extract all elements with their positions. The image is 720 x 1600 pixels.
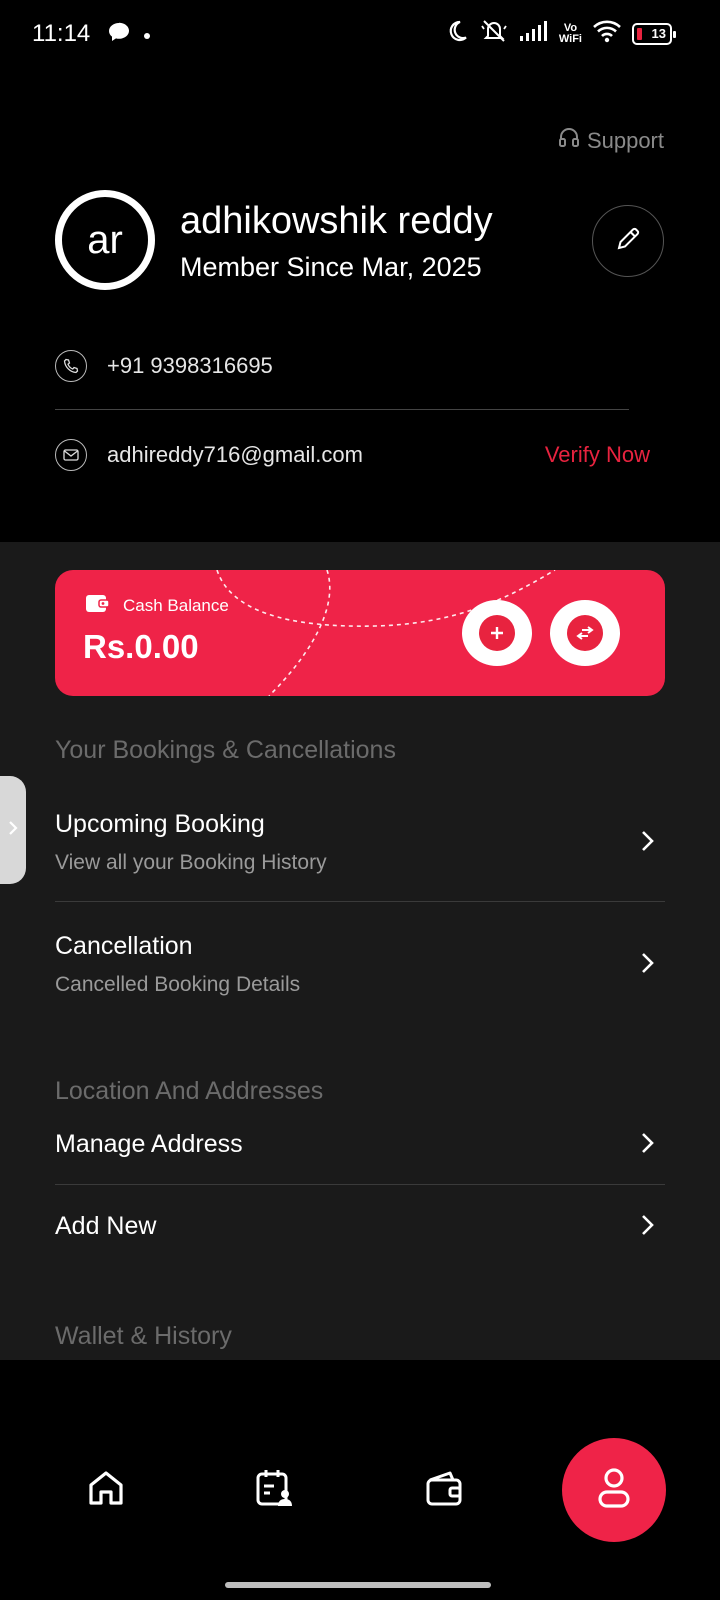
verify-now-link[interactable]: Verify Now (545, 442, 650, 468)
menu-item-title: Add New (55, 1212, 157, 1240)
menu-item-title: Upcoming Booking (55, 810, 265, 838)
transfer-icon (567, 615, 603, 651)
avatar: ar (55, 190, 155, 290)
transfer-button[interactable] (550, 600, 620, 666)
cash-balance-label: Cash Balance (123, 595, 229, 615)
dnd-moon-icon (445, 19, 469, 48)
home-icon (86, 1468, 126, 1513)
nav-wallet[interactable] (422, 1468, 466, 1512)
chevron-right-icon (641, 1214, 655, 1241)
wallet-card-icon (85, 592, 111, 619)
message-notification-icon (108, 22, 130, 47)
pencil-icon (613, 224, 643, 259)
signal-icon (519, 20, 549, 47)
nav-bookings[interactable] (252, 1468, 296, 1512)
dot-icon (144, 26, 150, 44)
chevron-right-icon (641, 830, 655, 857)
menu-item-cancellation[interactable]: Cancellation Cancelled Booking Details (55, 932, 665, 997)
edit-profile-button[interactable] (592, 205, 664, 277)
menu-item-subtitle: Cancelled Booking Details (55, 973, 301, 996)
email-address: adhireddy716@gmail.com (107, 442, 363, 467)
menu-item-upcoming-booking[interactable]: Upcoming Booking View all your Booking H… (55, 810, 665, 875)
wallet-icon (424, 1468, 464, 1513)
plus-icon (479, 615, 515, 651)
headset-icon (557, 126, 581, 156)
side-drawer-handle[interactable] (0, 776, 26, 884)
support-label: Support (586, 128, 664, 153)
phone-icon (55, 350, 87, 382)
divider (55, 409, 629, 410)
member-since: Member Since Mar, 2025 (180, 252, 482, 282)
cash-balance-amount: Rs.0.00 (83, 628, 199, 665)
mute-bell-icon (479, 18, 509, 49)
chevron-right-icon (641, 952, 655, 979)
chevron-right-icon (641, 1132, 655, 1159)
phone-number: +91 9398316695 (107, 353, 273, 378)
menu-item-title: Manage Address (55, 1130, 243, 1158)
mail-icon (55, 439, 87, 471)
menu-item-title: Cancellation (55, 932, 193, 960)
bookings-calendar-icon (254, 1468, 294, 1513)
divider (55, 1184, 665, 1185)
nav-home[interactable] (84, 1468, 128, 1512)
menu-item-add-new[interactable]: Add New (55, 1212, 665, 1241)
section-title-location: Location And Addresses (55, 1077, 324, 1105)
section-title-bookings: Your Bookings & Cancellations (55, 736, 396, 764)
wifi-icon (592, 19, 622, 48)
nav-profile[interactable] (562, 1438, 666, 1542)
status-bar: 11:14 Vo WiFi 13 (0, 0, 720, 70)
support-button[interactable]: Support (557, 126, 664, 156)
phone-row: +91 9398316695 (55, 350, 273, 382)
battery-icon: 13 (632, 22, 676, 45)
divider (55, 901, 665, 902)
user-name: adhikowshik reddy (180, 200, 493, 242)
chevron-right-icon (8, 820, 18, 841)
section-title-wallet: Wallet & History (55, 1322, 232, 1350)
add-money-button[interactable] (462, 600, 532, 666)
menu-item-manage-address[interactable]: Manage Address (55, 1130, 665, 1159)
home-indicator[interactable] (225, 1582, 491, 1588)
cash-balance-card: Cash Balance Rs.0.00 (55, 570, 665, 696)
vowifi-indicator: Vo WiFi (558, 21, 582, 45)
status-time: 11:14 (32, 20, 91, 47)
menu-item-subtitle: View all your Booking History (55, 851, 327, 874)
profile-icon (594, 1466, 634, 1515)
email-row: adhireddy716@gmail.com (55, 439, 363, 471)
